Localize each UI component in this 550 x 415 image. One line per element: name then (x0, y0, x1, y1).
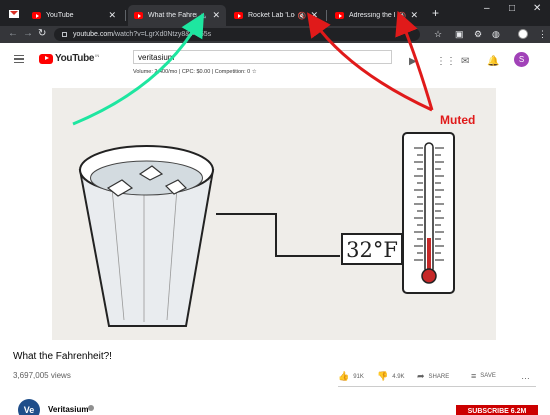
save-button[interactable]: ≡ SAVE (471, 371, 496, 381)
forward-arrow-icon[interactable]: → (23, 28, 33, 39)
lock-icon (62, 32, 67, 37)
muted-annotation-label: Muted (440, 113, 476, 127)
channel-name[interactable]: Veritasium (48, 405, 88, 414)
tab-title: What the Fahrenheit (148, 12, 197, 19)
menu-dots-icon[interactable]: ⋮ (538, 29, 547, 40)
gmail-icon[interactable] (9, 10, 19, 18)
dislike-button[interactable]: 👎 4.9K (377, 371, 405, 382)
search-input[interactable]: veritasium (133, 50, 392, 64)
close-tab-icon[interactable]: ✕ (410, 10, 418, 21)
subscribe-button[interactable]: SUBSCRIBE 6.2M (456, 405, 538, 415)
url-host: youtube.com (73, 31, 114, 38)
share-arrow-icon: ➦ (417, 371, 425, 381)
view-count: 3,697,005 views (13, 371, 71, 380)
channel-avatar[interactable]: Ve (18, 399, 40, 415)
youtube-logo[interactable]: YouTube IN (39, 53, 99, 64)
notifications-bell-icon[interactable]: 🔔 (487, 56, 499, 67)
thumbs-down-icon: 👎 (377, 371, 389, 381)
profile-avatar[interactable] (518, 29, 528, 39)
new-tab-button[interactable]: + (432, 6, 439, 20)
youtube-favicon-icon (134, 12, 143, 19)
logo-word: YouTube (55, 53, 95, 64)
tab-title: YouTube (46, 12, 74, 19)
hamburger-menu-icon[interactable] (14, 55, 24, 63)
youtube-favicon-icon (32, 12, 41, 19)
ice-water-cup (78, 145, 215, 327)
tab-adressing[interactable]: Adressing the Ru 🔇 ✕ (329, 5, 424, 26)
back-arrow-icon[interactable]: ← (8, 28, 18, 39)
reload-icon[interactable]: ↻ (38, 28, 46, 39)
sensor-wire (216, 213, 340, 257)
tab-youtube[interactable]: YouTube ✕ (26, 5, 122, 26)
thermometer (402, 132, 455, 294)
action-divider (338, 386, 536, 387)
youtube-play-logo-icon (39, 53, 53, 64)
more-actions-button[interactable]: … (521, 371, 534, 381)
account-avatar[interactable]: S (514, 52, 529, 67)
share-label: SHARE (428, 373, 450, 380)
minimize-button[interactable]: – (484, 3, 490, 14)
keyword-stats-line: Volume: 2,400/mo | CPC: $0.00 | Competit… (133, 69, 257, 75)
browser-tab-strip: YouTube ✕ What the Fahrenheit 🔈 ✕ Rocket… (0, 0, 550, 26)
extension-icon[interactable]: ⚙ (474, 29, 482, 40)
save-label: SAVE (480, 373, 496, 379)
more-dots-icon: … (521, 371, 530, 381)
messages-icon[interactable]: ✉ (461, 56, 469, 67)
dislike-count: 4.9K (392, 373, 405, 380)
tab-what-the-fahrenheit[interactable]: What the Fahrenheit 🔈 ✕ (128, 5, 226, 26)
share-button[interactable]: ➦ SHARE (417, 371, 449, 382)
apps-grid-icon[interactable]: ⋮⋮ (436, 56, 456, 67)
address-bar[interactable]: youtube.com/watch?v=LgrXd0Ntzy8&t=165s (54, 28, 420, 41)
thumbs-up-icon: 👍 (338, 371, 350, 381)
like-button[interactable]: 👍 91K (338, 371, 364, 382)
muted-speaker-icon[interactable]: 🔇 (398, 12, 407, 20)
close-tab-icon[interactable]: ✕ (212, 10, 220, 21)
url-path: /watch?v=LgrXd0Ntzy8&t=165s (113, 31, 212, 38)
video-title: What the Fahrenheit?! (13, 351, 112, 362)
add-playlist-icon: ≡ (471, 371, 477, 381)
speaker-icon[interactable]: 🔈 (200, 12, 209, 20)
verified-badge-icon (88, 405, 94, 411)
tab-separator (125, 10, 126, 21)
country-code: IN (95, 53, 100, 58)
temperature-label: 32°F (346, 238, 398, 262)
extension-icon[interactable]: ▣ (455, 29, 464, 40)
tab-title: Rocket Lab 'Looks (248, 12, 295, 19)
close-tab-icon[interactable]: ✕ (108, 10, 116, 21)
close-window-button[interactable]: ✕ (533, 3, 541, 14)
tab-rocket-lab[interactable]: Rocket Lab 'Looks 🔇 ✕ (228, 5, 324, 26)
close-tab-icon[interactable]: ✕ (310, 10, 318, 21)
bookmark-star-icon[interactable]: ☆ (434, 29, 442, 40)
tab-title: Adressing the Ru (349, 12, 395, 19)
video-frame-illustration: 32°F (78, 132, 455, 327)
browser-toolbar: ← → ↻ youtube.com/watch?v=LgrXd0Ntzy8&t=… (0, 26, 550, 43)
maximize-button[interactable]: □ (509, 3, 515, 14)
youtube-favicon-icon (335, 12, 344, 19)
create-video-icon[interactable]: ▶ (409, 56, 417, 67)
tab-separator (326, 10, 327, 21)
youtube-header: YouTube IN veritasium Volume: 2,400/mo |… (0, 43, 550, 80)
youtube-favicon-icon (234, 12, 243, 19)
like-count: 91K (353, 373, 364, 380)
muted-speaker-icon[interactable]: 🔇 (298, 12, 307, 20)
video-player[interactable]: 32°F (52, 88, 496, 340)
extension-icon[interactable]: ◍ (492, 29, 500, 40)
